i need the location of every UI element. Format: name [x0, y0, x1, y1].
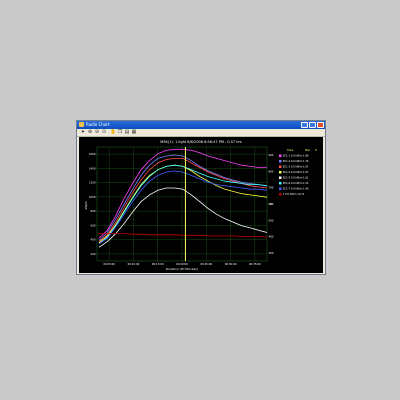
legend-label-6: EC1-6 0.0 kW/m 1.55	[283, 182, 309, 185]
chart-window: Radio Chart ➤ ⊕ ⊖ ⊙ ✋ ❐ ▤ ▦ MSK(1): 1 li…	[76, 120, 326, 275]
x-tick-label: 00:35:00	[249, 262, 261, 266]
y2-tick-label: 700	[269, 186, 274, 190]
hand-icon[interactable]: ✋	[110, 130, 116, 135]
x-tick-label: 00:05:00	[103, 262, 115, 266]
y-axis-label: kW/m	[84, 201, 88, 210]
x-tick-label: 00:30:00	[225, 262, 237, 266]
legend-swatch-7	[279, 187, 282, 190]
y-tick-label: 400	[91, 238, 96, 242]
y2-tick-label: 600	[269, 202, 274, 206]
series-line-8	[99, 233, 268, 238]
legend-header-3: H	[315, 149, 317, 152]
y-tick-label: 200	[91, 252, 96, 256]
legend-label-8: T 0.0 kW/m 19.71	[283, 193, 305, 196]
legend-swatch-4	[279, 171, 282, 174]
series-group	[98, 148, 268, 248]
legend: Trace Max H EC1-1 0.0 kW/m 1.86 EC1-2 0.0 kW…	[279, 149, 317, 196]
zoom-fit-icon[interactable]: ⊙	[101, 130, 107, 135]
y2-tick-label: 900	[269, 153, 274, 157]
y2-tick-label: 300	[269, 251, 274, 255]
legend-swatch-3	[279, 165, 282, 168]
close-button[interactable]	[317, 122, 324, 128]
title-bar[interactable]: Radio Chart	[77, 121, 325, 129]
y-tick-label: 600	[91, 223, 96, 227]
toolbar: ➤ ⊕ ⊖ ⊙ ✋ ❐ ▤ ▦	[77, 129, 325, 137]
series-line-3	[98, 157, 268, 242]
legend-swatch-1	[279, 154, 282, 157]
y-tick-label: 1600	[89, 152, 96, 156]
x-tick-label: 00:25:00	[200, 262, 212, 266]
minimize-button[interactable]	[301, 122, 308, 128]
arrow-icon[interactable]: ➤	[80, 130, 86, 135]
y2-tick-label: 500	[269, 218, 274, 222]
copy-icon[interactable]: ❐	[117, 130, 123, 135]
plot-area[interactable]: MSK(1): 1 light 8/6/2006 6:56:47 PM - 0.…	[79, 137, 323, 273]
chart-title: MSK(1): 1 light 8/6/2006 6:56:47 PM - 0.…	[160, 140, 242, 144]
legend-label-7: EC1-7 0.0 kW/m 1.49	[283, 188, 309, 191]
grid	[96, 146, 268, 262]
legend-label-5: EC1-5 0.0 kW/m 1.61	[283, 177, 309, 180]
legend-header-1: Trace	[287, 149, 294, 152]
zoom-in-icon[interactable]: ⊕	[87, 130, 93, 135]
app-icon	[79, 122, 84, 127]
legend-label-1: EC1-1 0.0 kW/m 1.86	[283, 155, 309, 158]
x-tick-label: 00:20:00	[176, 262, 188, 266]
legend-header-2: Max	[305, 149, 311, 152]
legend-swatch-5	[279, 176, 282, 179]
grid-icon[interactable]: ▦	[131, 130, 137, 135]
legend-swatch-8	[279, 193, 282, 196]
print-icon[interactable]: ▤	[124, 130, 130, 135]
y2-tick-label: 800	[269, 169, 274, 173]
x-axis-label: Duration (Hr:Min:Sec)	[166, 267, 199, 271]
y-tick-label: 800	[91, 209, 96, 213]
maximize-button[interactable]	[309, 122, 316, 128]
y2-tick-label: 400	[269, 235, 274, 239]
y-tick-label: 1400	[89, 166, 96, 170]
legend-swatch-2	[279, 160, 282, 163]
x-tick-label: 00:10:00	[128, 262, 140, 266]
x-tick-label: 00:15:00	[152, 262, 164, 266]
legend-swatch-6	[279, 182, 282, 185]
y-tick-label: 1000	[89, 195, 96, 199]
legend-label-3: EC1-3 0.0 kW/m 1.67	[283, 166, 309, 169]
y-tick-label: 1200	[89, 181, 96, 185]
legend-label-4: EC1-4 0.0 kW/m 1.67	[283, 171, 309, 174]
line-chart[interactable]: MSK(1): 1 light 8/6/2006 6:56:47 PM - 0.…	[79, 137, 323, 273]
axis-ticks: 00:05:00 00:10:00 00:15:00 00:20:00 00:25:00…	[89, 152, 274, 266]
window-title: Radio Chart	[86, 122, 110, 127]
zoom-out-icon[interactable]: ⊖	[94, 130, 100, 135]
legend-label-2: EC1-2 0.0 kW/m 1.76	[283, 160, 309, 163]
